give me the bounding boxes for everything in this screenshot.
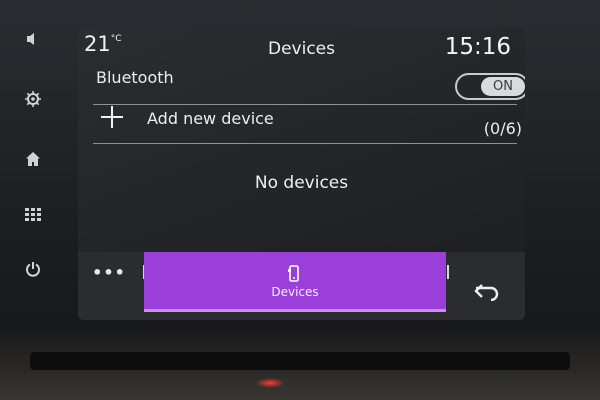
touch-screen: 21°C Devices 15:16 Bluetooth ON Add new …: [78, 28, 525, 320]
clock: 15:16: [444, 34, 511, 60]
tab-devices[interactable]: Devices: [144, 252, 446, 312]
device-count: (0/6): [483, 119, 522, 138]
home-icon: [26, 152, 40, 166]
power-button[interactable]: [18, 254, 48, 284]
plus-icon: [101, 106, 123, 128]
apps-grid-icon: [25, 208, 41, 221]
volume-button[interactable]: [18, 24, 48, 54]
bluetooth-toggle[interactable]: ON: [455, 73, 525, 100]
volume-icon: [27, 33, 34, 45]
settings-icon: [25, 91, 41, 107]
tab-devices-label: Devices: [271, 285, 319, 299]
divider: [93, 143, 517, 144]
apps-button[interactable]: [18, 200, 48, 230]
hazard-light-indicator: [255, 378, 285, 388]
more-options-button[interactable]: •••: [78, 252, 140, 292]
bluetooth-toggle-state: ON: [481, 77, 525, 96]
home-button[interactable]: [18, 144, 48, 174]
divider: [93, 104, 517, 105]
empty-device-list-message: No devices: [254, 173, 349, 193]
tab-separator: [447, 265, 449, 279]
settings-button[interactable]: [18, 84, 48, 114]
add-new-device-label: Add new device: [147, 109, 274, 128]
phone-icon: [288, 265, 299, 282]
back-arrow-icon: [474, 284, 499, 301]
power-icon: [26, 262, 40, 277]
bluetooth-label: Bluetooth: [96, 68, 174, 87]
dashboard-slot: [30, 352, 570, 370]
back-button[interactable]: [462, 276, 512, 308]
